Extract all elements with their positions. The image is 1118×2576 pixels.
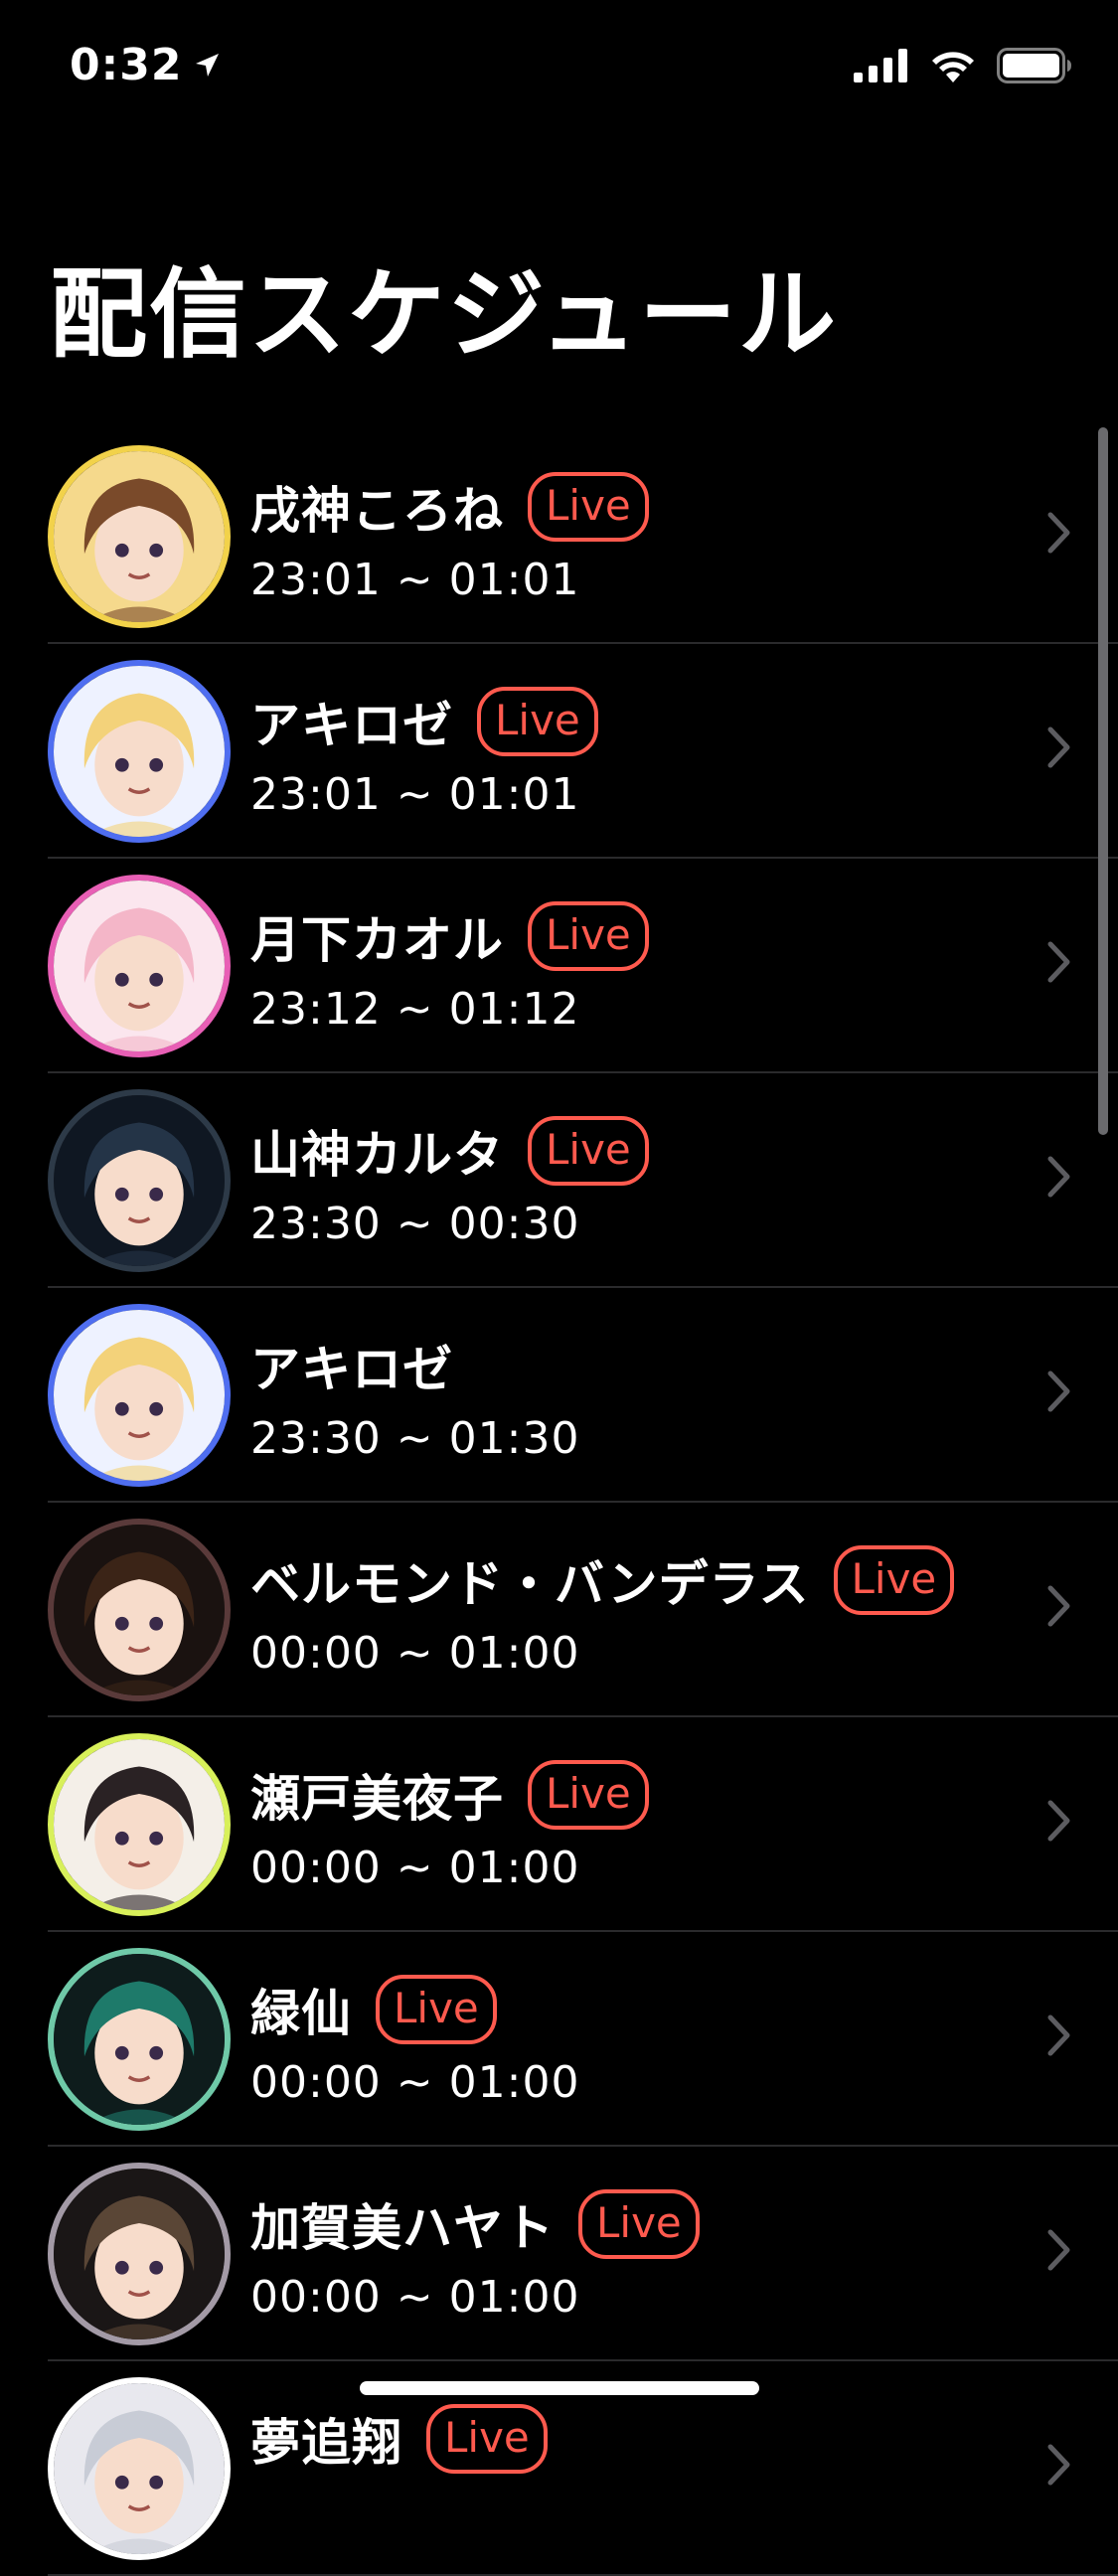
schedule-time: 23:30 ~ 01:30: [250, 1413, 580, 1464]
name-line: アキロゼ: [250, 1326, 453, 1405]
streamer-name: 瀬戸美夜子: [250, 1770, 504, 1828]
list-item[interactable]: アキロゼ Live 23:01 ~ 01:01: [0, 644, 1118, 859]
live-badge: Live: [376, 1975, 497, 2044]
schedule-time: 00:00 ~ 01:00: [250, 1843, 580, 1893]
battery-icon: [997, 48, 1071, 83]
avatar: [48, 875, 231, 1057]
streamer-name: ベルモンド・バンデラス: [250, 1555, 810, 1613]
streamer-name: 夢追翔: [250, 2414, 402, 2472]
schedule-list[interactable]: 戌神ころね Live 23:01 ~ 01:01 アキロゼ Live 23:01 ~ 01…: [0, 429, 1118, 2576]
schedule-time: 00:00 ~ 01:00: [250, 2272, 580, 2323]
schedule-time: 23:12 ~ 01:12: [250, 984, 580, 1035]
streamer-name: 緑仙: [250, 1985, 352, 2042]
name-line: 緑仙 Live: [250, 1970, 497, 2049]
live-badge: Live: [426, 2404, 548, 2474]
live-badge: Live: [528, 1760, 649, 1830]
avatar: [48, 445, 231, 628]
chevron-right-icon: [1047, 1800, 1070, 1842]
page-title: 配信スケジュール: [50, 258, 839, 372]
avatar: [48, 1304, 231, 1487]
chevron-right-icon: [1047, 941, 1070, 983]
status-time: 0:32: [70, 40, 222, 90]
live-badge: Live: [528, 901, 649, 971]
cellular-signal-icon: [854, 49, 907, 82]
live-badge: Live: [578, 2189, 700, 2259]
list-item[interactable]: ベルモンド・バンデラス Live 00:00 ~ 01:00: [0, 1503, 1118, 1717]
avatar: [48, 2163, 231, 2345]
streamer-name: アキロゼ: [250, 697, 453, 754]
streamer-name: 月下カオル: [250, 911, 504, 969]
list-item[interactable]: 戌神ころね Live 23:01 ~ 01:01: [0, 429, 1118, 644]
scrollbar[interactable]: [1098, 427, 1108, 1135]
status-time-text: 0:32: [70, 40, 183, 90]
home-indicator[interactable]: [360, 2381, 759, 2395]
name-line: ベルモンド・バンデラス Live: [250, 1540, 955, 1620]
name-line: アキロゼ Live: [250, 682, 598, 761]
location-arrow-icon: [196, 53, 220, 77]
streamer-name: 加賀美ハヤト: [250, 2199, 555, 2257]
live-badge: Live: [477, 687, 598, 756]
list-item[interactable]: 緑仙 Live 00:00 ~ 01:00: [0, 1932, 1118, 2147]
avatar: [48, 1733, 231, 1916]
chevron-right-icon: [1047, 726, 1070, 768]
streamer-name: 戌神ころね: [250, 482, 504, 540]
status-indicators: [854, 48, 1072, 83]
name-line: 瀬戸美夜子 Live: [250, 1755, 649, 1835]
streamer-name: 山神カルタ: [250, 1126, 504, 1184]
chevron-right-icon: [1047, 1585, 1070, 1627]
list-item[interactable]: 加賀美ハヤト Live 00:00 ~ 01:00: [0, 2147, 1118, 2361]
wifi-icon: [932, 52, 974, 82]
live-badge: Live: [833, 1545, 955, 1615]
schedule-time: 23:30 ~ 00:30: [250, 1199, 580, 1249]
schedule-time: 00:00 ~ 01:00: [250, 1628, 580, 1679]
avatar: [48, 1948, 231, 2131]
list-item[interactable]: 月下カオル Live 23:12 ~ 01:12: [0, 859, 1118, 1073]
schedule-time: 00:00 ~ 01:00: [250, 2057, 580, 2108]
schedule-time: 23:01 ~ 01:01: [250, 555, 580, 605]
chevron-right-icon: [1047, 2229, 1070, 2271]
name-line: 夢追翔 Live: [250, 2399, 548, 2479]
streamer-name: アキロゼ: [250, 1341, 453, 1398]
avatar: [48, 660, 231, 843]
avatar: [48, 1089, 231, 1272]
live-badge: Live: [528, 472, 649, 542]
list-item[interactable]: アキロゼ 23:30 ~ 01:30: [0, 1288, 1118, 1503]
chevron-right-icon: [1047, 512, 1070, 554]
chevron-right-icon: [1047, 2014, 1070, 2056]
chevron-right-icon: [1047, 1370, 1070, 1412]
status-bar: 0:32: [0, 0, 1118, 131]
avatar: [48, 2377, 231, 2560]
schedule-time: 23:01 ~ 01:01: [250, 769, 580, 820]
name-line: 山神カルタ Live: [250, 1111, 649, 1191]
chevron-right-icon: [1047, 1156, 1070, 1198]
name-line: 加賀美ハヤト Live: [250, 2184, 700, 2264]
list-item[interactable]: 瀬戸美夜子 Live 00:00 ~ 01:00: [0, 1717, 1118, 1932]
list-item[interactable]: 山神カルタ Live 23:30 ~ 00:30: [0, 1073, 1118, 1288]
name-line: 戌神ころね Live: [250, 467, 649, 547]
live-badge: Live: [528, 1116, 649, 1186]
chevron-right-icon: [1047, 2444, 1070, 2486]
avatar: [48, 1519, 231, 1701]
name-line: 月下カオル Live: [250, 896, 649, 976]
